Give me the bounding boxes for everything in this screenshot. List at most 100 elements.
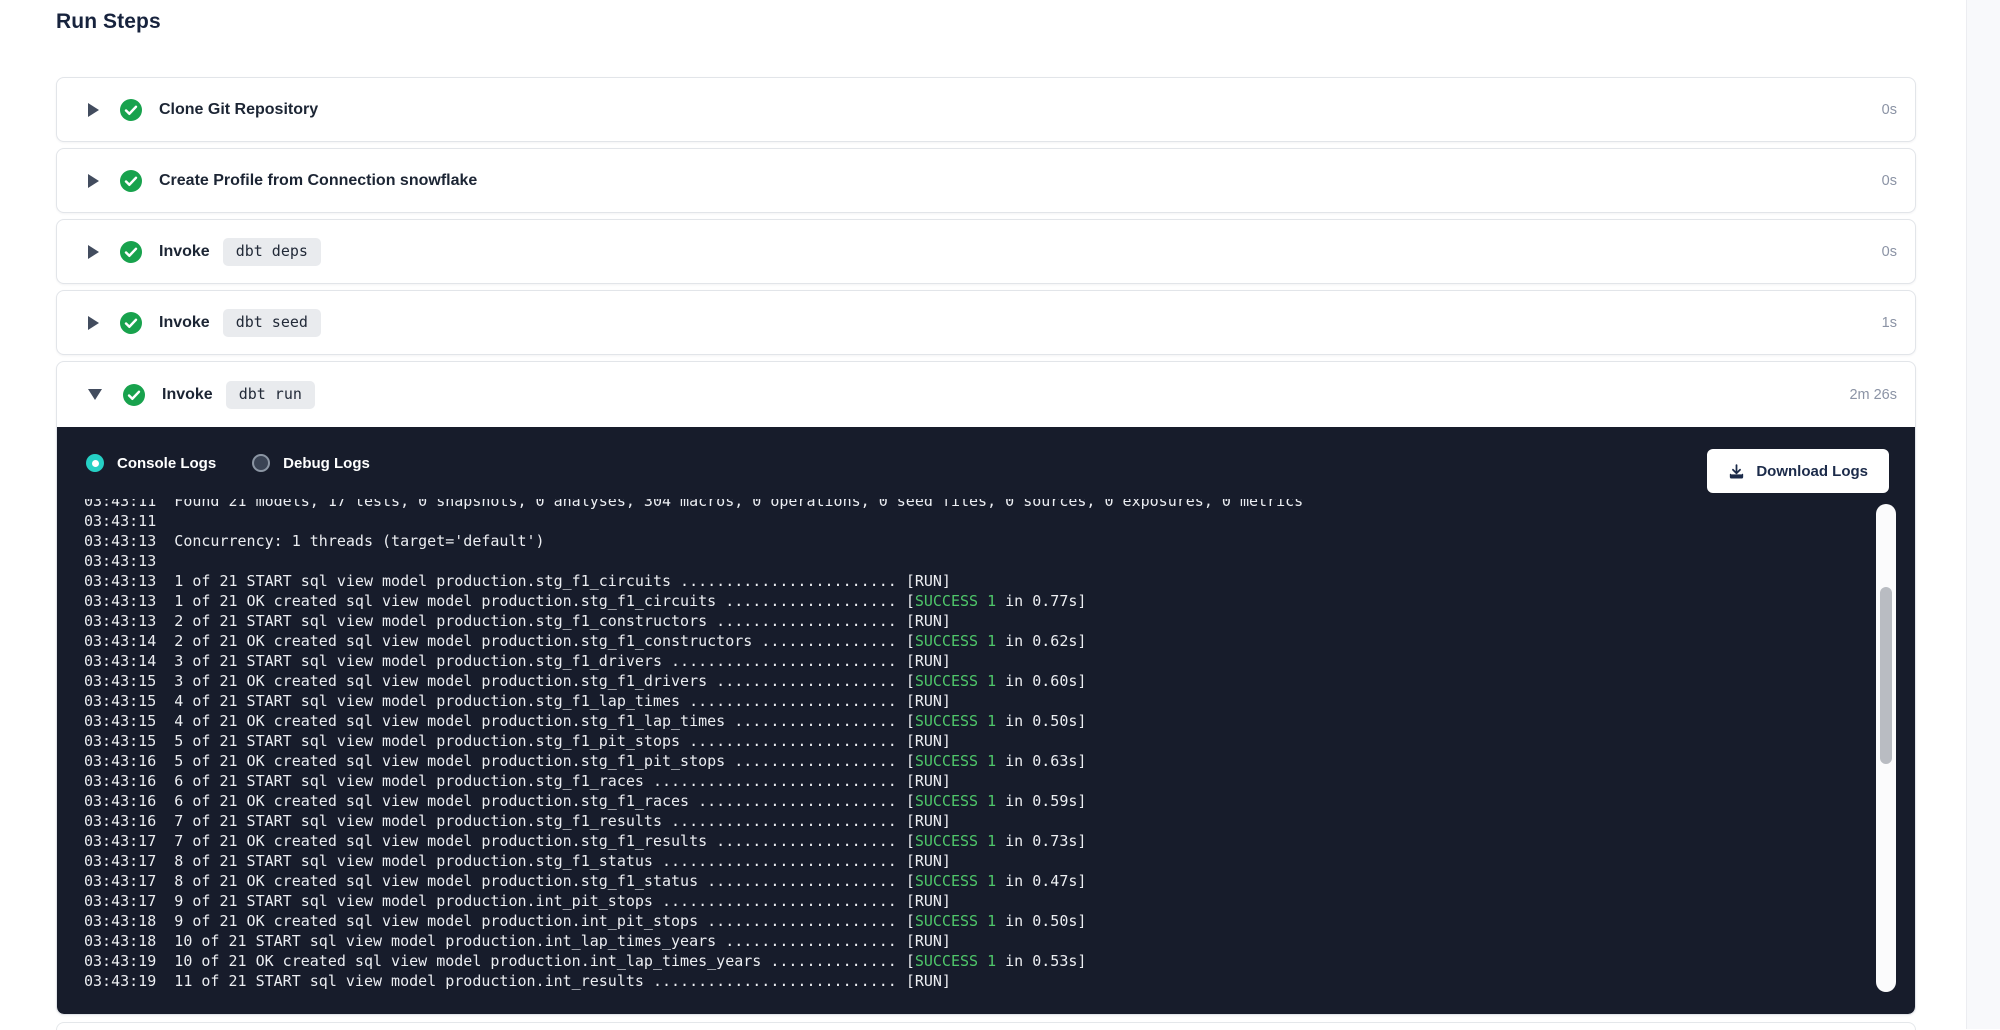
log-status-run: [RUN]: [906, 612, 951, 630]
log-status-run: [RUN]: [906, 852, 951, 870]
log-line: 03:43:17 9 of 21 START sql view model pr…: [84, 891, 1303, 911]
log-status-run: [RUN]: [906, 652, 951, 670]
log-line: 03:43:18 10 of 21 START sql view model p…: [84, 931, 1303, 951]
log-status-bracket: [: [906, 832, 915, 850]
log-line: 03:43:16 5 of 21 OK created sql view mod…: [84, 751, 1303, 771]
run-step-card: Invoke dbt seed 1s: [56, 290, 1916, 355]
log-status-run: [RUN]: [906, 732, 951, 750]
log-status-run: [RUN]: [906, 692, 951, 710]
log-status-success: SUCCESS 1: [915, 632, 996, 650]
log-timestamp: 03:43:11: [84, 512, 156, 530]
run-step-row[interactable]: Invoke dbt deps 0s: [57, 220, 1915, 283]
log-status-time: in 0.47s]: [996, 872, 1086, 890]
log-timestamp: 03:43:15: [84, 692, 156, 710]
log-timestamp: 03:43:15: [84, 672, 156, 690]
log-status-time: in 0.50s]: [996, 712, 1086, 730]
radio-unselected-icon[interactable]: [252, 454, 270, 472]
run-step-row[interactable]: Clone Git Repository 0s: [57, 78, 1915, 141]
log-timestamp: 03:43:17: [84, 852, 156, 870]
log-status-bracket: [: [906, 952, 915, 970]
run-step-row[interactable]: Invoke dbt run 2m 26s: [57, 362, 1915, 427]
log-line: 03:43:15 3 of 21 OK created sql view mod…: [84, 671, 1303, 691]
log-line: 03:43:15 5 of 21 START sql view model pr…: [84, 731, 1303, 751]
check-circle-icon: [120, 99, 142, 121]
step-command-pill: dbt deps: [223, 238, 321, 266]
log-viewport[interactable]: 03:43:11 Found 21 models, 17 tests, 0 sn…: [57, 499, 1915, 1014]
radio-console-logs[interactable]: Console Logs: [86, 454, 216, 472]
run-step-card: Invoke dbt deps 0s: [56, 219, 1916, 284]
log-message: 3 of 21 START sql view model production.…: [156, 652, 906, 670]
log-status-success: SUCCESS 1: [915, 952, 996, 970]
log-status-success: SUCCESS 1: [915, 912, 996, 930]
log-status-bracket: [: [906, 712, 915, 730]
log-timestamp: 03:43:13: [84, 532, 156, 550]
chevron-right-icon[interactable]: [88, 245, 99, 259]
log-message: 1 of 21 OK created sql view model produc…: [156, 592, 906, 610]
log-status-bracket: [: [906, 792, 915, 810]
log-message: Concurrency: 1 threads (target='default'…: [156, 532, 544, 550]
console-log-panel: Console Logs Debug Logs Download Logs: [57, 427, 1915, 1014]
page-title: Run Steps: [56, 10, 161, 34]
log-line: 03:43:18 9 of 21 OK created sql view mod…: [84, 911, 1303, 931]
check-circle-icon: [120, 312, 142, 334]
log-status-bracket: [: [906, 592, 915, 610]
log-message: 10 of 21 OK created sql view model produ…: [156, 952, 906, 970]
log-status-run: [RUN]: [906, 892, 951, 910]
chevron-right-icon[interactable]: [88, 174, 99, 188]
download-icon: [1728, 463, 1745, 480]
check-circle-icon: [120, 241, 142, 263]
step-duration: 0s: [1882, 102, 1897, 118]
log-message: 2 of 21 OK created sql view model produc…: [156, 632, 906, 650]
log-line: 03:43:16 7 of 21 START sql view model pr…: [84, 811, 1303, 831]
step-command-pill: dbt run: [226, 381, 315, 409]
log-line: 03:43:15 4 of 21 START sql view model pr…: [84, 691, 1303, 711]
run-steps-list: Clone Git Repository 0s Create Profile f…: [56, 77, 1916, 1015]
log-line: 03:43:13 Concurrency: 1 threads (target=…: [84, 531, 1303, 551]
log-status-run: [RUN]: [906, 572, 951, 590]
log-message: Found 21 models, 17 tests, 0 snapshots, …: [156, 499, 1303, 510]
log-timestamp: 03:43:15: [84, 712, 156, 730]
log-line: 03:43:17 8 of 21 START sql view model pr…: [84, 851, 1303, 871]
run-step-row[interactable]: Invoke dbt seed 1s: [57, 291, 1915, 354]
page-right-gutter: [1966, 0, 2000, 1029]
log-timestamp: 03:43:19: [84, 972, 156, 990]
run-step-card: Create Profile from Connection snowflake…: [56, 148, 1916, 213]
log-message: 6 of 21 START sql view model production.…: [156, 772, 906, 790]
download-logs-button[interactable]: Download Logs: [1707, 449, 1889, 493]
chevron-right-icon[interactable]: [88, 316, 99, 330]
log-line: 03:43:16 6 of 21 OK created sql view mod…: [84, 791, 1303, 811]
check-circle-icon: [120, 170, 142, 192]
log-status-time: in 0.62s]: [996, 632, 1086, 650]
log-status-time: in 0.59s]: [996, 792, 1086, 810]
log-timestamp: 03:43:15: [84, 732, 156, 750]
log-timestamp: 03:43:16: [84, 752, 156, 770]
log-status-run: [RUN]: [906, 932, 951, 950]
console-scrollbar[interactable]: [1876, 504, 1896, 992]
log-timestamp: 03:43:17: [84, 892, 156, 910]
log-status-time: in 0.77s]: [996, 592, 1086, 610]
radio-console-logs-label: Console Logs: [117, 455, 216, 472]
log-line: 03:43:14 3 of 21 START sql view model pr…: [84, 651, 1303, 671]
log-status-success: SUCCESS 1: [915, 672, 996, 690]
log-message: 5 of 21 START sql view model production.…: [156, 732, 906, 750]
run-step-card-expanded: Invoke dbt run 2m 26s Console Logs Debug…: [56, 361, 1916, 1015]
scrollbar-thumb[interactable]: [1880, 587, 1892, 764]
log-timestamp: 03:43:17: [84, 872, 156, 890]
step-label: Clone Git Repository: [159, 101, 318, 119]
radio-debug-logs-label: Debug Logs: [283, 455, 370, 472]
log-message: 2 of 21 START sql view model production.…: [156, 612, 906, 630]
log-message: 4 of 21 OK created sql view model produc…: [156, 712, 906, 730]
log-status-success: SUCCESS 1: [915, 832, 996, 850]
log-line: 03:43:17 8 of 21 OK created sql view mod…: [84, 871, 1303, 891]
run-step-row[interactable]: Create Profile from Connection snowflake…: [57, 149, 1915, 212]
log-line: 03:43:13 1 of 21 START sql view model pr…: [84, 571, 1303, 591]
log-message: 8 of 21 START sql view model production.…: [156, 852, 906, 870]
radio-selected-icon[interactable]: [86, 454, 104, 472]
chevron-right-icon[interactable]: [88, 103, 99, 117]
step-label: Invoke: [159, 314, 210, 332]
log-timestamp: 03:43:13: [84, 612, 156, 630]
log-timestamp: 03:43:17: [84, 832, 156, 850]
chevron-down-icon[interactable]: [88, 389, 102, 400]
step-command-pill: dbt seed: [223, 309, 321, 337]
radio-debug-logs[interactable]: Debug Logs: [252, 454, 370, 472]
